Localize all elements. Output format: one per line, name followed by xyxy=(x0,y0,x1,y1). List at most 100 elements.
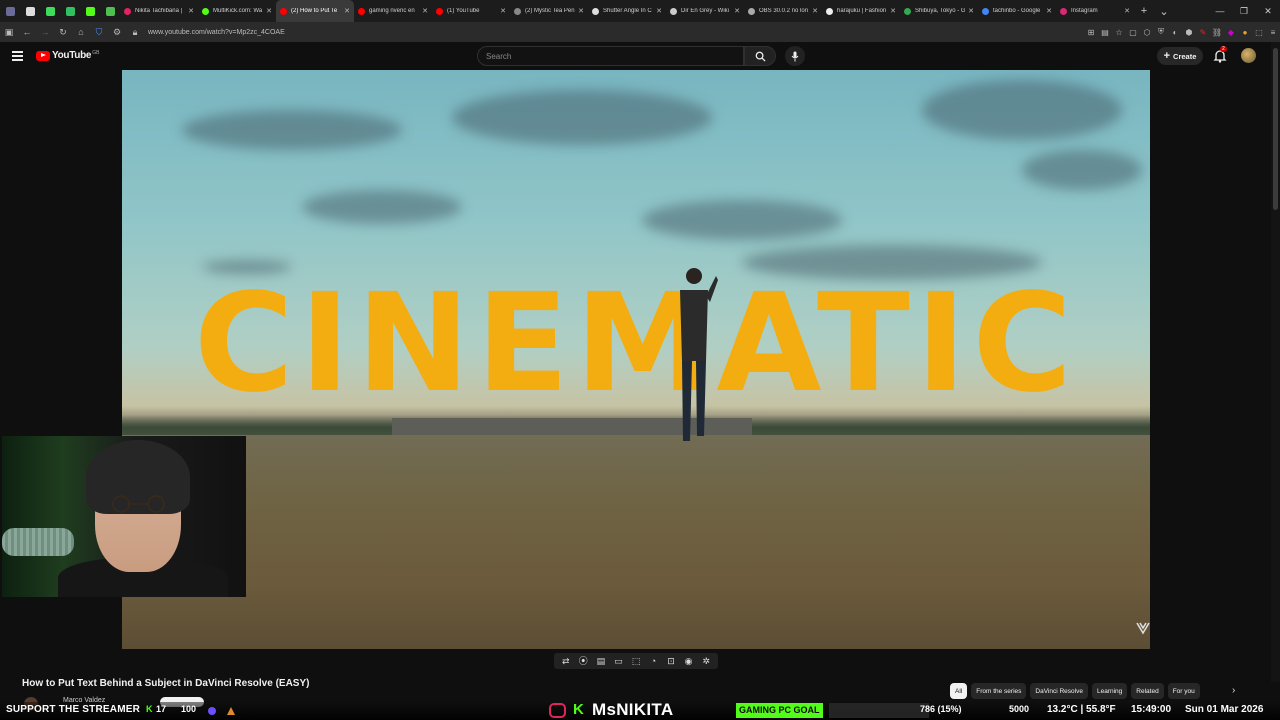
chip[interactable]: Related xyxy=(1131,683,1164,699)
chip[interactable]: From the series xyxy=(971,683,1027,699)
audio-icon[interactable]: ⦿ xyxy=(576,655,590,667)
window-minimize-button[interactable]: — xyxy=(1208,6,1232,16)
tab-close-icon[interactable]: ✕ xyxy=(578,7,584,15)
hamburger-menu-icon[interactable] xyxy=(12,51,23,61)
tab-close-icon[interactable]: ✕ xyxy=(188,7,194,15)
account-avatar[interactable] xyxy=(1241,48,1256,63)
tab-title: tachinbo - Google xyxy=(993,8,1041,14)
pinned-tab-1-icon[interactable] xyxy=(0,0,20,22)
twitch-icon xyxy=(208,707,216,715)
window-close-button[interactable]: ✕ xyxy=(1256,6,1280,17)
lock-icon[interactable]: 🔒︎ xyxy=(126,27,144,38)
extension-icon[interactable]: ⬡ xyxy=(1140,28,1154,37)
tab-favicon-icon xyxy=(280,7,287,15)
screenshot-icon[interactable]: ▤ xyxy=(1098,28,1112,37)
tab-close-icon[interactable]: ✕ xyxy=(812,7,818,15)
browser-tab[interactable]: MultiKick.com: Wa ✕ xyxy=(198,0,276,22)
browser-menu-icon[interactable]: ≡ xyxy=(1266,28,1280,37)
speed-icon[interactable]: ◔ xyxy=(647,655,661,667)
bookmark-star-icon[interactable]: ☆ xyxy=(1112,28,1126,37)
miniplayer-icon[interactable]: ▭ xyxy=(611,655,625,667)
tab-title: Dir En Grey - Wiki xyxy=(681,8,729,14)
tab-close-icon[interactable]: ✕ xyxy=(1124,7,1130,15)
browser-tab[interactable]: (2) How to Put Te ✕ xyxy=(276,0,354,22)
home-icon[interactable]: ⌂ xyxy=(72,27,90,37)
extension-3-icon[interactable]: ⬢ xyxy=(1182,28,1196,37)
chip[interactable]: DaVinci Resolve xyxy=(1030,683,1088,699)
install-app-icon[interactable]: ⊞ xyxy=(1084,28,1098,37)
support-streamer-text: SUPPORT THE STREAMER xyxy=(6,704,141,715)
chip[interactable]: For you xyxy=(1167,683,1200,699)
tab-close-icon[interactable]: ✕ xyxy=(968,7,974,15)
extension-5-icon[interactable]: ⛓ xyxy=(1210,28,1224,37)
scrollbar-thumb[interactable] xyxy=(1273,48,1278,210)
sidebar-toggle-icon[interactable]: ▣ xyxy=(0,27,18,38)
channel-watermark-icon[interactable] xyxy=(1136,621,1150,635)
search-icon xyxy=(755,51,766,62)
search-button[interactable] xyxy=(744,46,776,66)
forward-arrow-icon[interactable]: → xyxy=(36,27,54,37)
subtitles-icon[interactable]: ▤ xyxy=(594,655,608,667)
loop-icon[interactable]: ⇄ xyxy=(559,655,573,667)
tab-list-dropdown[interactable]: ⌄ xyxy=(1154,5,1174,18)
browser-tab[interactable]: Shibuya, Tokyo - G ✕ xyxy=(900,0,978,22)
browser-tab[interactable]: (1) YouTube ✕ xyxy=(432,0,510,22)
brave-shield-icon[interactable]: ⛨ xyxy=(1154,27,1168,37)
browser-tab[interactable]: harajuku | Fashion ✕ xyxy=(822,0,900,22)
create-button[interactable]: + Create xyxy=(1157,47,1203,65)
tab-close-icon[interactable]: ✕ xyxy=(344,7,350,15)
back-arrow-icon[interactable]: ← xyxy=(18,27,36,37)
browser-tab[interactable]: gaming nvenc en ✕ xyxy=(354,0,432,22)
pinned-tab-4-icon[interactable] xyxy=(60,0,80,22)
chips-next-arrow-icon[interactable]: › xyxy=(1232,685,1235,696)
notification-count-badge: 2 xyxy=(1220,46,1227,52)
video-player[interactable]: CINEMATIC xyxy=(122,70,1150,649)
cloud xyxy=(1022,150,1142,190)
screenshot-icon[interactable]: ⊡ xyxy=(664,655,678,667)
reload-icon[interactable]: ↻ xyxy=(54,27,72,38)
extension-8-icon[interactable]: ⬚ xyxy=(1252,28,1266,37)
extension-4-icon[interactable]: ✎ xyxy=(1196,28,1210,37)
pinned-tab-6-icon[interactable] xyxy=(100,0,120,22)
tab-favicon-icon xyxy=(904,7,911,15)
extension-2-icon[interactable]: ◐ xyxy=(1168,28,1182,37)
browser-tab[interactable]: (2) Mystic Tea Pen ✕ xyxy=(510,0,588,22)
browser-tab[interactable]: tachinbo - Google ✕ xyxy=(978,0,1056,22)
camera-icon[interactable]: ◉ xyxy=(682,655,696,667)
shield-icon[interactable]: ⛉ xyxy=(90,27,108,38)
chip[interactable]: All xyxy=(950,683,968,699)
url-field[interactable]: www.youtube.com/watch?v=Mp2zc_4COAE xyxy=(148,29,285,36)
tab-close-icon[interactable]: ✕ xyxy=(422,7,428,15)
tab-close-icon[interactable]: ✕ xyxy=(734,7,740,15)
window-restore-button[interactable]: ❐ xyxy=(1232,6,1256,17)
x-icon[interactable] xyxy=(20,0,40,22)
browser-tab[interactable]: Dir En Grey - Wiki ✕ xyxy=(666,0,744,22)
youtube-logo[interactable]: YouTube GB xyxy=(36,50,99,61)
site-settings-icon[interactable]: ⚙ xyxy=(108,27,126,38)
chip[interactable]: Learning xyxy=(1091,683,1128,699)
search-input[interactable]: Search xyxy=(477,46,744,66)
tab-close-icon[interactable]: ✕ xyxy=(1046,7,1052,15)
wallet-icon[interactable]: ▢ xyxy=(1126,28,1140,37)
browser-tab[interactable]: Shutter Angle In C ✕ xyxy=(588,0,666,22)
tab-close-icon[interactable]: ✕ xyxy=(266,7,272,15)
tab-favicon-icon xyxy=(592,7,599,15)
tab-close-icon[interactable]: ✕ xyxy=(890,7,896,15)
browser-tab[interactable]: Instagram ✕ xyxy=(1056,0,1134,22)
tab-close-icon[interactable]: ✕ xyxy=(500,7,506,15)
clock: 15:49:00 xyxy=(1131,704,1172,715)
goal-progress: 786 (15%) xyxy=(920,704,962,714)
browser-tab[interactable]: Nikita Tachibana | ✕ xyxy=(120,0,198,22)
tab-close-icon[interactable]: ✕ xyxy=(656,7,662,15)
theater-icon[interactable]: ⬚ xyxy=(629,655,643,667)
voice-search-button[interactable] xyxy=(785,46,805,66)
extension-7-icon[interactable]: ● xyxy=(1238,28,1252,37)
settings-icon[interactable]: ✲ xyxy=(699,655,713,667)
new-tab-button[interactable]: + xyxy=(1134,5,1154,17)
browser-tab[interactable]: OBS 30.0.2 no lon ✕ xyxy=(744,0,822,22)
cloud xyxy=(452,90,712,145)
pinned-tab-3-icon[interactable] xyxy=(40,0,60,22)
extension-6-icon[interactable]: ◆ xyxy=(1224,28,1238,37)
page-scrollbar[interactable] xyxy=(1271,42,1280,682)
kick-icon[interactable] xyxy=(80,0,100,22)
